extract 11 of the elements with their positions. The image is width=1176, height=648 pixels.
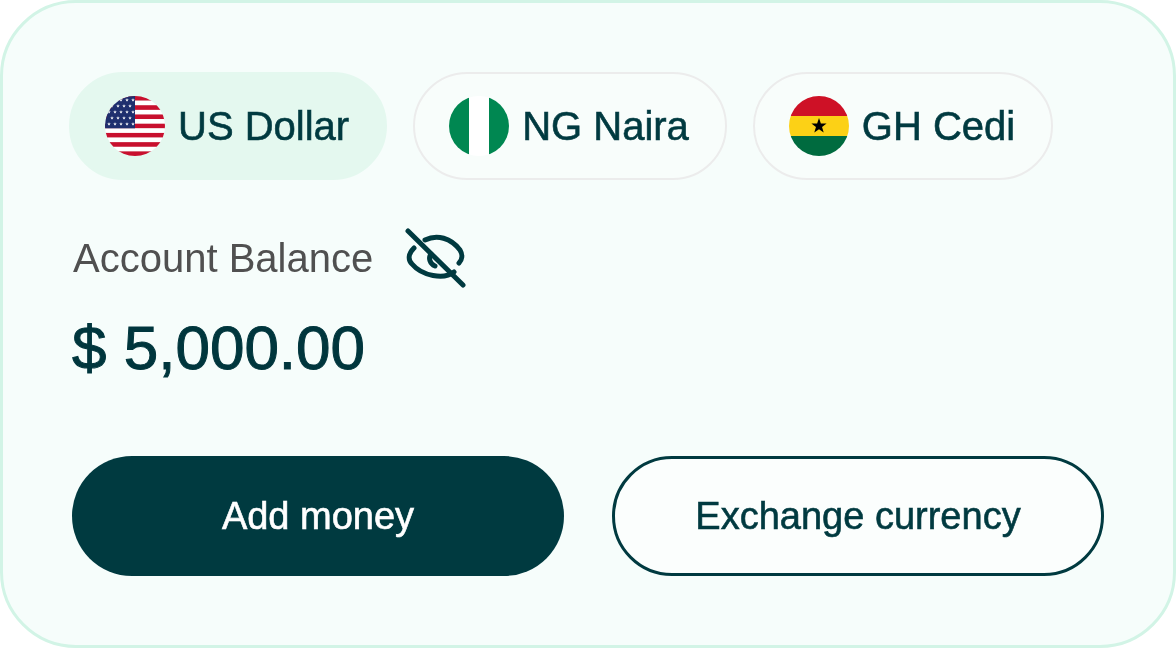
flag-icon xyxy=(105,96,165,156)
primary-button[interactable]: Add money xyxy=(72,456,564,576)
eye-slash-icon[interactable] xyxy=(404,228,467,288)
currency-tab[interactable]: US Dollar xyxy=(69,72,388,180)
flag-icon xyxy=(449,96,510,156)
flag-icon xyxy=(788,96,849,156)
balance-amount: $ 5,000.00 xyxy=(72,318,366,378)
outline-button[interactable]: Exchange currency xyxy=(612,456,1104,576)
currency-tab[interactable]: NG Naira xyxy=(413,72,727,180)
currency-tab[interactable]: GH Cedi xyxy=(752,72,1054,180)
balance-label: Account Balance xyxy=(73,235,374,281)
